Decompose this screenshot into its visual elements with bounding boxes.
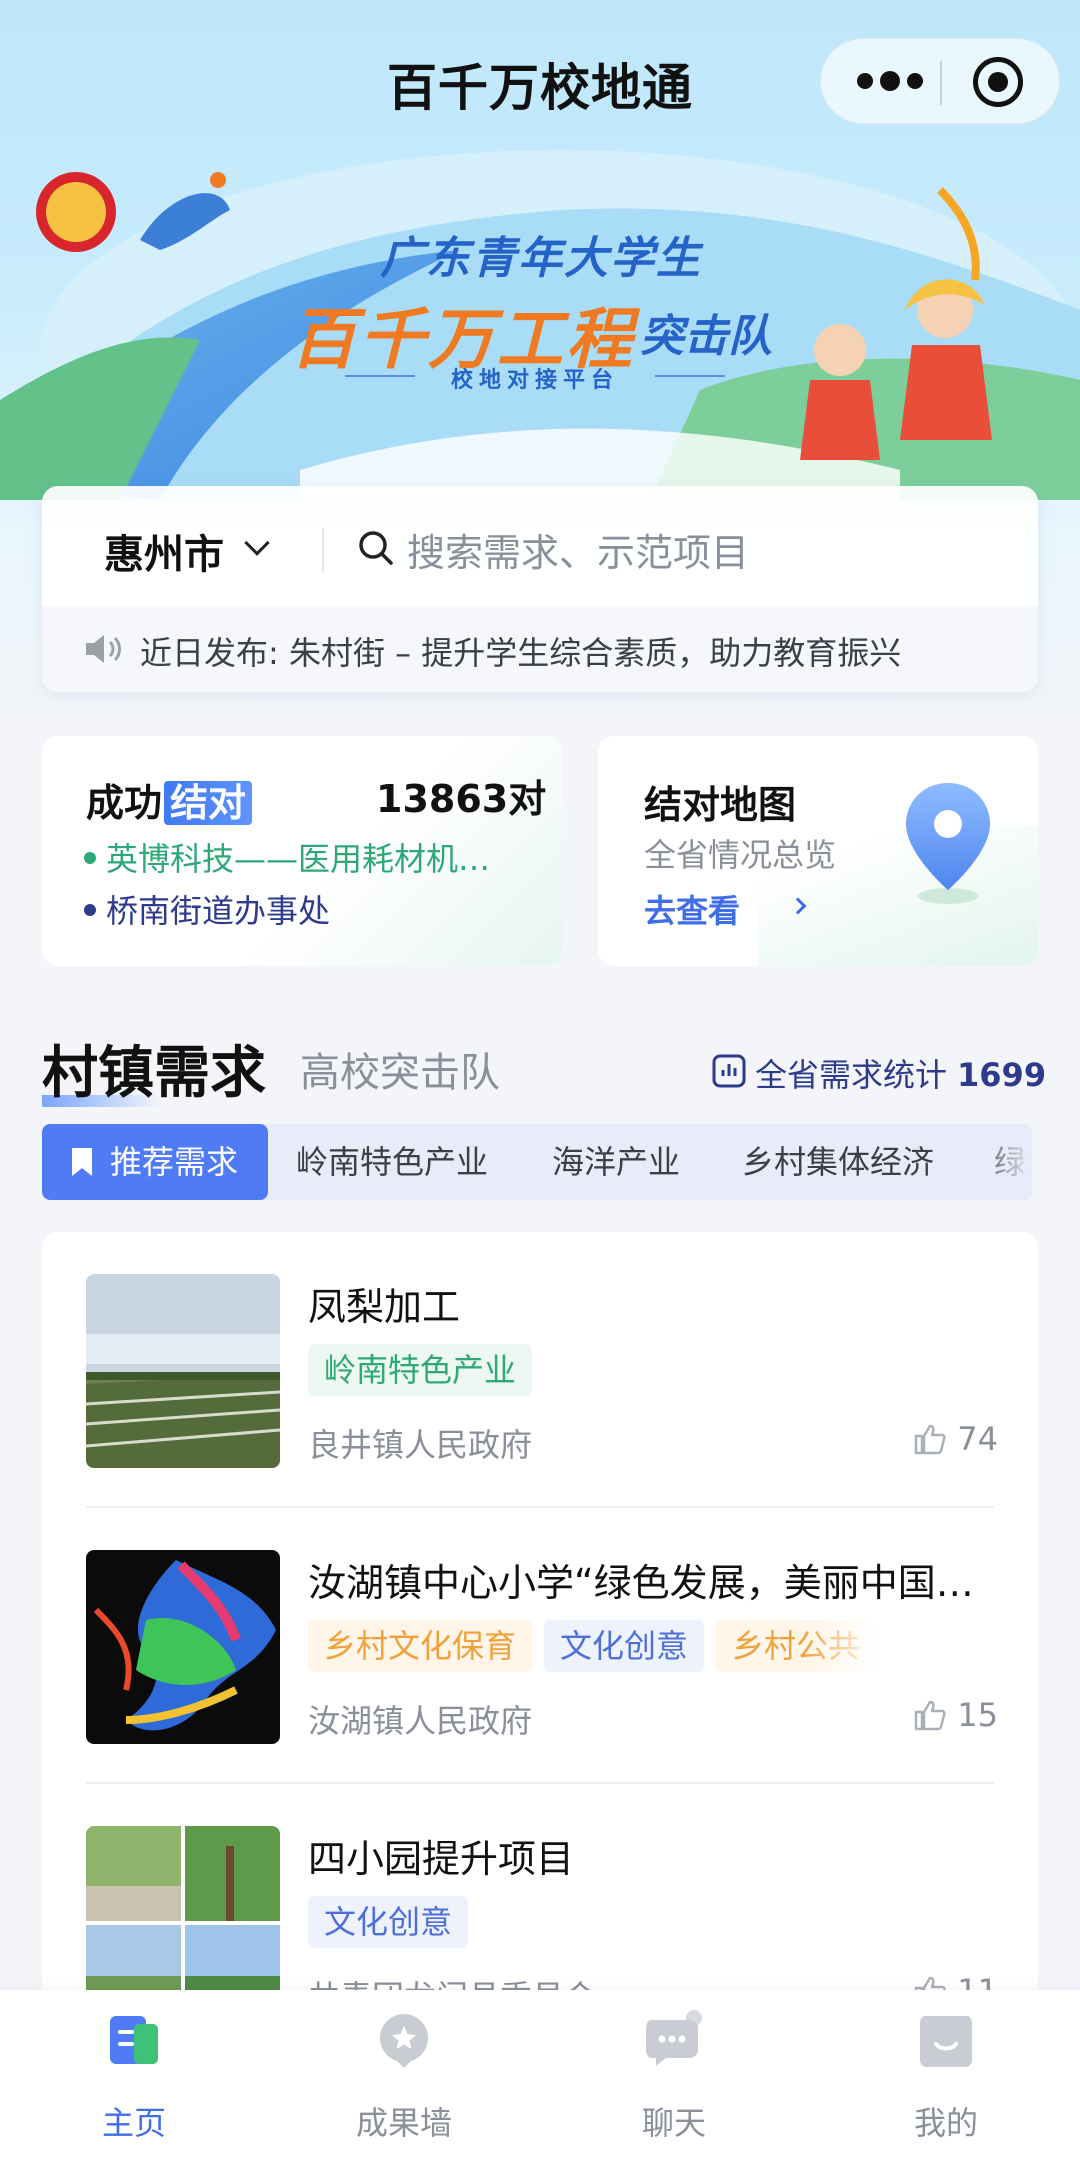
search-divider [322, 528, 324, 572]
artwork-image [86, 1550, 280, 1744]
category-tab-ocean[interactable]: 海洋产业 [552, 1124, 680, 1200]
bookmark-icon [72, 1148, 92, 1176]
pairing-title: 成功 结对 [86, 772, 253, 827]
like-button[interactable]: 74 [913, 1420, 998, 1458]
item-title: 凤梨加工 [308, 1285, 461, 1329]
tag-list: 文化创意 [308, 1896, 878, 1948]
pairing-map-card[interactable]: 结对地图 全省情况总览 去查看 [598, 736, 1038, 966]
pairing-success-card[interactable]: 成功 结对 13863对 英博科技——医用耗材机… 桥南街道办事处 [42, 736, 562, 966]
chat-bubble-icon [646, 2010, 702, 2066]
tab-home[interactable]: 主页 [34, 2010, 234, 2150]
category-label: 推荐需求 [110, 1143, 239, 1181]
item-title: 汝湖镇中心小学“绿色发展，美丽中国… [308, 1561, 974, 1605]
tag: 乡村文化保育 [308, 1620, 533, 1672]
demand-statistics[interactable]: 全省需求统计 1699 [755, 1050, 1046, 1096]
tab-mine[interactable]: 我的 [846, 2010, 1046, 2150]
stat-value: 1699 [957, 1056, 1047, 1094]
hero-banner[interactable]: 广东青年大学生 百千万工程 突击队 校地对接平台 [0, 150, 1080, 500]
map-subtitle: 全省情况总览 [644, 836, 837, 874]
tab-label: 成果墙 [355, 2104, 452, 2142]
pairing-count: 13863对 [376, 777, 547, 821]
map-title: 结对地图 [644, 783, 797, 827]
nav-bar: 百千万校地通 [0, 30, 1080, 140]
like-count: 15 [957, 1696, 998, 1734]
banner-title: 广东青年大学生 [380, 233, 702, 284]
pineapple-field-image [86, 1274, 280, 1468]
tab-achievements[interactable]: 成果墙 [304, 2010, 504, 2150]
banner-subtitle: 校地对接平台 [345, 362, 725, 394]
tags-fade [802, 1620, 882, 1672]
thumbs-up-icon [915, 1700, 946, 1731]
list-item[interactable]: 汝湖镇中心小学“绿色发展，美丽中国… 乡村文化保育 文化创意 乡村公共 汝湖镇人民政… [42, 1508, 1038, 1784]
category-tab-recommended[interactable]: 推荐需求 [42, 1124, 268, 1200]
city-selector[interactable]: 惠州市 [104, 522, 224, 580]
home-icon [110, 2016, 158, 2064]
achievement-star-icon [380, 2014, 428, 2068]
tag-list: 乡村文化保育 文化创意 乡村公共 [308, 1620, 878, 1672]
profile-icon [920, 2016, 972, 2067]
close-miniprogram-icon[interactable] [973, 57, 1023, 107]
pairing-entry-text: 桥南街道办事处 [106, 892, 331, 930]
tab-label: 主页 [101, 2104, 166, 2142]
tab-label: 我的 [913, 2104, 978, 2142]
pairing-title-prefix: 成功 [86, 781, 163, 825]
list-item[interactable]: 凤梨加工 岭南特色产业 良井镇人民政府 74 [42, 1232, 1038, 1508]
category-bar: 推荐需求 岭南特色产业 海洋产业 乡村集体经济 绿 [42, 1124, 1032, 1200]
chevron-down-icon[interactable] [244, 530, 270, 556]
tab-university-team[interactable]: 高校突击队 [300, 1040, 500, 1098]
map-pin-icon [906, 783, 990, 904]
demand-list: 凤梨加工 岭南特色产业 良井镇人民政府 74 汝湖镇中心小学“绿色发展，美丽中国… [42, 1232, 1038, 2012]
like-count: 74 [957, 1420, 998, 1458]
search-input[interactable]: 搜索需求、示范项目 [407, 522, 749, 577]
tab-chat[interactable]: 聊天 [574, 2010, 774, 2150]
tab-label: 聊天 [641, 2104, 706, 2142]
bullet-dot [84, 852, 96, 864]
item-organization: 汝湖镇人民政府 [308, 1702, 533, 1740]
item-title: 四小园提升项目 [308, 1837, 575, 1881]
notice-text: 近日发布: 朱村街 – 提升学生综合素质，助力教育振兴 [140, 634, 902, 672]
capsule-divider [940, 61, 942, 105]
garden-photos-image [86, 1826, 280, 2012]
search-icon[interactable] [358, 530, 394, 566]
mini-program-capsule [820, 38, 1060, 124]
pairing-entry-text: 英博科技——医用耗材机… [106, 840, 491, 878]
search-card: 惠州市 搜索需求、示范项目 近日发布: 朱村街 – 提升学生综合素质，助力教育振… [42, 486, 1038, 692]
notice-bar[interactable]: 近日发布: 朱村街 – 提升学生综合素质，助力教育振兴 [42, 606, 1038, 692]
stat-label: 全省需求统计 [755, 1056, 948, 1094]
banner-team-label: 突击队 [640, 311, 772, 362]
bullet-dot [84, 904, 96, 916]
pairing-entry: 桥南街道办事处 [84, 886, 330, 932]
category-tab-collective-economy[interactable]: 乡村集体经济 [742, 1124, 934, 1200]
item-organization: 良井镇人民政府 [308, 1426, 533, 1464]
category-tab-lingnan[interactable]: 岭南特色产业 [296, 1124, 488, 1200]
tag: 岭南特色产业 [308, 1344, 533, 1396]
pairing-entry: 英博科技——医用耗材机… [84, 834, 490, 880]
like-button[interactable]: 15 [913, 1696, 998, 1734]
tab-village-demand[interactable]: 村镇需求 [42, 1028, 266, 1109]
view-map-link[interactable]: 去查看 [644, 886, 740, 932]
tag: 文化创意 [308, 1896, 469, 1948]
more-options-icon[interactable] [857, 69, 923, 93]
tag-list: 岭南特色产业 [308, 1344, 878, 1396]
statistics-icon[interactable] [712, 1054, 746, 1088]
bottom-tab-bar: 主页 成果墙 聊天 我的 [0, 1990, 1080, 2167]
thumbs-up-icon [915, 1424, 946, 1455]
category-fade [972, 1124, 1032, 1200]
list-item[interactable]: 四小园提升项目 文化创意 共青团龙门县委员会 11 [42, 1784, 1038, 2012]
pairing-title-highlight: 结对 [164, 781, 253, 825]
speaker-icon [86, 635, 121, 663]
tag: 文化创意 [544, 1620, 705, 1672]
